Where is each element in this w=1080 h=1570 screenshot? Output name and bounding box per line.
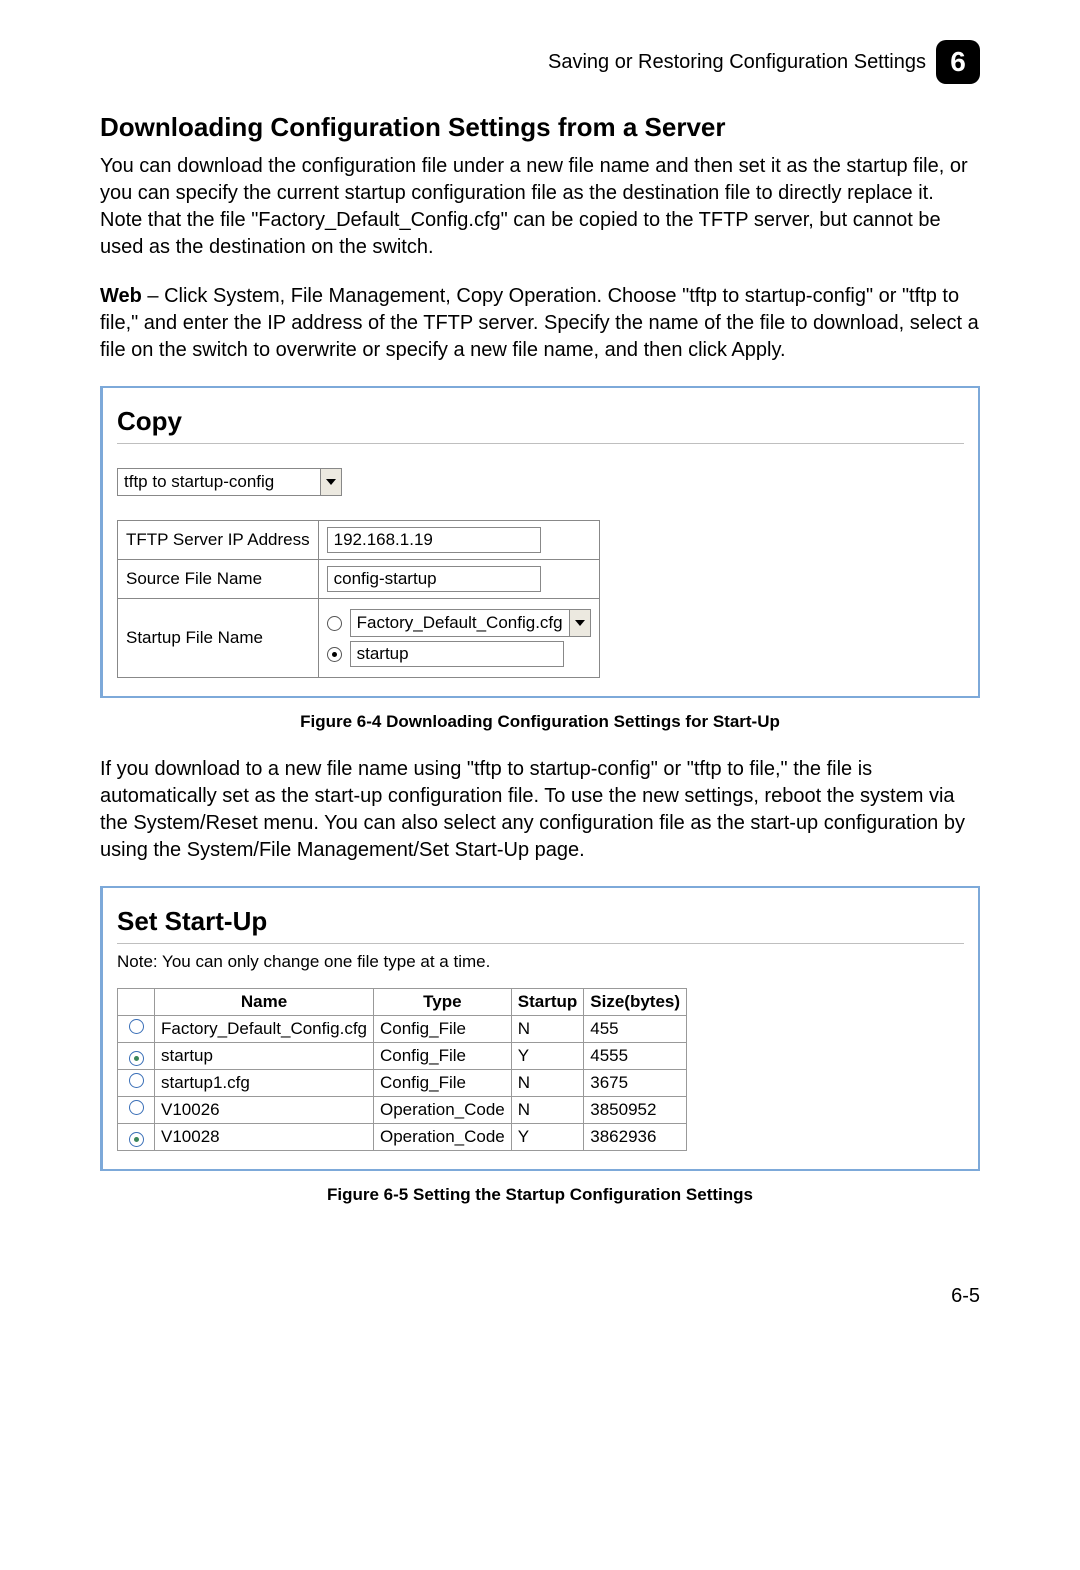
cell-name: V10026 — [155, 1097, 374, 1124]
col-type: Type — [374, 989, 512, 1016]
startup-files-table: Name Type Startup Size(bytes) Factory_De… — [117, 988, 687, 1151]
cell-type: Config_File — [374, 1043, 512, 1070]
table-row: V10028Operation_CodeY3862936 — [118, 1124, 687, 1151]
cell-startup: N — [511, 1070, 584, 1097]
copy-form-table: TFTP Server IP Address 192.168.1.19 Sour… — [117, 520, 600, 678]
chapter-badge: 6 — [936, 40, 980, 84]
startup-radio-dropdown[interactable] — [327, 616, 342, 631]
form-row-startup: Startup File Name Factory_Default_Config… — [118, 599, 600, 678]
startup-radio-text[interactable] — [327, 647, 342, 662]
table-row: startupConfig_FileY4555 — [118, 1043, 687, 1070]
startup-option-text-row: startup — [327, 641, 591, 667]
web-lead: Web — [100, 285, 142, 307]
copy-panel: Copy tftp to startup-config TFTP Server … — [103, 388, 978, 696]
dropdown-arrow-icon[interactable] — [320, 469, 341, 495]
row-select-radio[interactable] — [129, 1132, 144, 1147]
cell-startup: Y — [511, 1043, 584, 1070]
cell-startup: Y — [511, 1124, 584, 1151]
cell-type: Config_File — [374, 1016, 512, 1043]
web-instructions-paragraph: Web – Click System, File Management, Cop… — [100, 283, 980, 364]
row-select-radio[interactable] — [129, 1019, 144, 1034]
cell-size: 3862936 — [584, 1124, 687, 1151]
cell-name: startup — [155, 1043, 374, 1070]
cell-type: Config_File — [374, 1070, 512, 1097]
divider — [117, 943, 964, 944]
col-name: Name — [155, 989, 374, 1016]
divider — [117, 443, 964, 444]
form-row-source: Source File Name config-startup — [118, 560, 600, 599]
web-text: – Click System, File Management, Copy Op… — [100, 285, 979, 361]
copy-operation-selected: tftp to startup-config — [118, 469, 320, 495]
col-size: Size(bytes) — [584, 989, 687, 1016]
startup-file-label: Startup File Name — [118, 599, 319, 678]
row-select-radio[interactable] — [129, 1073, 144, 1088]
mid-paragraph: If you download to a new file name using… — [100, 756, 980, 864]
startup-dropdown-selected: Factory_Default_Config.cfg — [351, 610, 569, 636]
tftp-ip-input[interactable]: 192.168.1.19 — [327, 527, 541, 553]
tftp-ip-label: TFTP Server IP Address — [118, 521, 319, 560]
set-startup-note: Note: You can only change one file type … — [117, 952, 964, 972]
cell-name: Factory_Default_Config.cfg — [155, 1016, 374, 1043]
col-startup: Startup — [511, 989, 584, 1016]
copy-operation-select[interactable]: tftp to startup-config — [117, 468, 342, 496]
cell-type: Operation_Code — [374, 1097, 512, 1124]
figure-6-5-frame: Set Start-Up Note: You can only change o… — [100, 886, 980, 1171]
cell-name: startup1.cfg — [155, 1070, 374, 1097]
table-header-row: Name Type Startup Size(bytes) — [118, 989, 687, 1016]
dropdown-arrow-icon[interactable] — [569, 610, 590, 636]
figure-6-5-caption: Figure 6-5 Setting the Startup Configura… — [100, 1185, 980, 1205]
section-title: Downloading Configuration Settings from … — [100, 112, 980, 143]
table-row: V10026Operation_CodeN3850952 — [118, 1097, 687, 1124]
figure-6-4-caption: Figure 6-4 Downloading Configuration Set… — [100, 712, 980, 732]
cell-startup: N — [511, 1016, 584, 1043]
running-header: Saving or Restoring Configuration Settin… — [100, 40, 980, 84]
cell-size: 3675 — [584, 1070, 687, 1097]
form-row-tftp: TFTP Server IP Address 192.168.1.19 — [118, 521, 600, 560]
startup-text-input[interactable]: startup — [350, 641, 564, 667]
table-row: startup1.cfgConfig_FileN3675 — [118, 1070, 687, 1097]
row-select-radio[interactable] — [129, 1100, 144, 1115]
cell-type: Operation_Code — [374, 1124, 512, 1151]
set-startup-panel: Set Start-Up Note: You can only change o… — [103, 888, 978, 1169]
startup-option-dropdown-row: Factory_Default_Config.cfg — [327, 609, 591, 637]
figure-6-4-frame: Copy tftp to startup-config TFTP Server … — [100, 386, 980, 698]
set-startup-title: Set Start-Up — [117, 906, 964, 937]
intro-paragraph: You can download the configuration file … — [100, 153, 980, 261]
cell-size: 4555 — [584, 1043, 687, 1070]
source-file-label: Source File Name — [118, 560, 319, 599]
cell-size: 455 — [584, 1016, 687, 1043]
startup-dropdown[interactable]: Factory_Default_Config.cfg — [350, 609, 591, 637]
running-title: Saving or Restoring Configuration Settin… — [548, 51, 926, 74]
page-number: 6-5 — [100, 1285, 980, 1308]
cell-size: 3850952 — [584, 1097, 687, 1124]
table-row: Factory_Default_Config.cfgConfig_FileN45… — [118, 1016, 687, 1043]
source-file-input[interactable]: config-startup — [327, 566, 541, 592]
copy-panel-title: Copy — [117, 406, 964, 437]
cell-name: V10028 — [155, 1124, 374, 1151]
cell-startup: N — [511, 1097, 584, 1124]
row-select-radio[interactable] — [129, 1051, 144, 1066]
col-select — [118, 989, 155, 1016]
